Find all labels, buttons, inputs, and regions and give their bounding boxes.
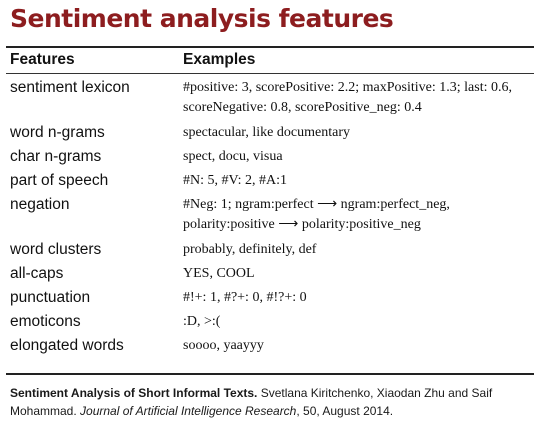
feature-name: sentiment lexicon — [10, 79, 130, 96]
feature-name: punctuation — [10, 289, 91, 306]
slide: Sentiment analysis features Features Exa… — [0, 0, 544, 425]
table-row: part of speech #N: 5, #V: 2, #A:1 — [0, 171, 534, 195]
feature-example: #N: 5, #V: 2, #A:1 — [183, 173, 287, 188]
feature-name: char n-grams — [10, 148, 102, 165]
feature-example: soooo, yaayyy — [183, 338, 264, 353]
feature-example: :D, >:( — [183, 314, 221, 329]
column-header-features: Features — [10, 51, 75, 68]
header-rule — [6, 73, 534, 74]
feature-name: word clusters — [10, 241, 102, 258]
table-bottom-rule — [6, 373, 534, 375]
feature-name: word n-grams — [10, 124, 105, 141]
feature-example: #!+: 1, #?+: 0, #!?+: 0 — [183, 290, 307, 305]
feature-example: #positive: 3, scorePositive: 2.2; maxPos… — [183, 80, 512, 115]
citation: Sentiment Analysis of Short Informal Tex… — [10, 384, 530, 420]
feature-name: negation — [10, 196, 70, 213]
table-row: word clusters probably, definitely, def — [0, 240, 534, 264]
feature-name: part of speech — [10, 172, 109, 189]
table-row: char n-grams spect, docu, visua — [0, 147, 534, 171]
feature-example: YES, COOL — [183, 266, 255, 281]
citation-details: , 50, August 2014. — [296, 404, 394, 418]
column-header-examples: Examples — [183, 51, 256, 68]
table-row: sentiment lexicon #positive: 3, scorePos… — [0, 78, 534, 123]
table-row: emoticons :D, >:( — [0, 312, 534, 336]
citation-journal: Journal of Artificial Intelligence Resea… — [80, 404, 297, 418]
feature-example: #Neg: 1; ngram:perfect ⟶ ngram:perfect_n… — [183, 197, 450, 232]
features-table: sentiment lexicon #positive: 3, scorePos… — [0, 78, 534, 360]
feature-name: all-caps — [10, 265, 64, 282]
feature-name: emoticons — [10, 313, 81, 330]
feature-example: spect, docu, visua — [183, 149, 283, 164]
table-row: negation #Neg: 1; ngram:perfect ⟶ ngram:… — [0, 195, 534, 240]
table-row: elongated words soooo, yaayyy — [0, 336, 534, 360]
feature-example: probably, definitely, def — [183, 242, 317, 257]
slide-title: Sentiment analysis features — [10, 4, 394, 33]
feature-name: elongated words — [10, 337, 124, 354]
citation-paper-title: Sentiment Analysis of Short Informal Tex… — [10, 386, 258, 400]
table-row: punctuation #!+: 1, #?+: 0, #!?+: 0 — [0, 288, 534, 312]
table-row: word n-grams spectacular, like documenta… — [0, 123, 534, 147]
table-top-rule — [6, 46, 534, 48]
feature-example: spectacular, like documentary — [183, 125, 350, 140]
table-row: all-caps YES, COOL — [0, 264, 534, 288]
